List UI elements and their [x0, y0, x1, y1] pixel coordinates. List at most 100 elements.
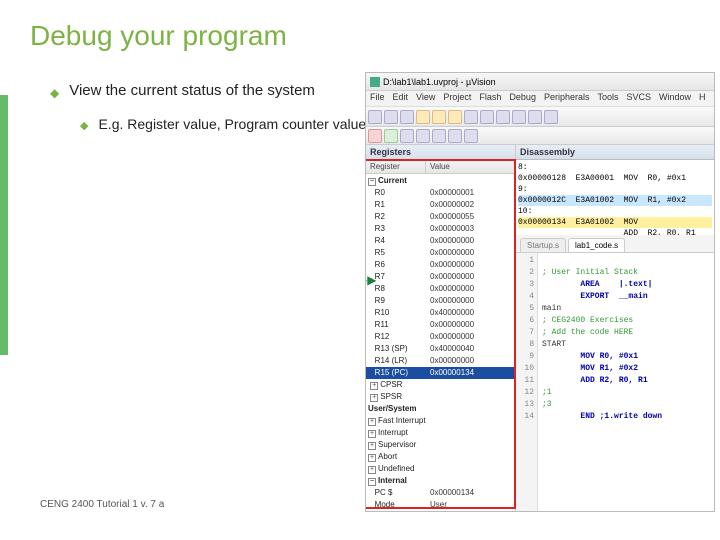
menu-flash[interactable]: Flash: [479, 92, 501, 105]
collapse-icon[interactable]: −: [368, 178, 376, 186]
group-current[interactable]: −Current: [366, 175, 515, 187]
mode-row[interactable]: +Fast Interrupt: [366, 415, 515, 427]
expand-icon[interactable]: +: [368, 418, 376, 426]
toolbar-main[interactable]: [366, 107, 714, 127]
disasm-line: 0x0000012C E3A01002 MOV R1, #0x2: [518, 195, 712, 206]
disasm-line: 0x00000128 E3A00001 MOV R0, #0x1: [518, 173, 712, 184]
expand-icon[interactable]: +: [368, 466, 376, 474]
menu-help[interactable]: H: [699, 92, 706, 105]
menubar[interactable]: File Edit View Project Flash Debug Perip…: [366, 91, 714, 107]
menu-project[interactable]: Project: [443, 92, 471, 105]
reg-row[interactable]: R13 (SP)0x40000040: [366, 343, 515, 355]
menu-svcs[interactable]: SVCS: [627, 92, 652, 105]
reg-row[interactable]: R70x00000000: [366, 271, 515, 283]
reg-row[interactable]: R100x40000000: [366, 307, 515, 319]
reg-row[interactable]: +SPSR: [366, 391, 515, 403]
reg-row[interactable]: R90x00000000: [366, 295, 515, 307]
copy-icon[interactable]: [432, 110, 446, 124]
indent-icon[interactable]: [528, 110, 542, 124]
disasm-line: ADD R2, R0, R1: [518, 228, 712, 235]
reg-row[interactable]: R120x00000000: [366, 331, 515, 343]
open-icon[interactable]: [384, 110, 398, 124]
ide-titlebar: D:\lab1\lab1.uvproj - µVision: [366, 73, 714, 91]
register-tree[interactable]: −Current R00x00000001 R10x00000002 R20x0…: [366, 174, 515, 511]
reg-row[interactable]: R80x00000000: [366, 283, 515, 295]
gutter: 1234567891011121314: [516, 253, 538, 511]
menu-debug[interactable]: Debug: [509, 92, 536, 105]
expand-icon[interactable]: +: [368, 442, 376, 450]
tab-startup[interactable]: Startup.s: [520, 238, 566, 252]
find-icon[interactable]: [496, 110, 510, 124]
reg-row[interactable]: R20x00000055: [366, 211, 515, 223]
run-to-icon[interactable]: [464, 129, 478, 143]
reg-row[interactable]: R110x00000000: [366, 319, 515, 331]
bullet-text: E.g. Register value, Program counter val…: [98, 116, 366, 132]
expand-icon[interactable]: +: [370, 394, 378, 402]
registers-panel: Registers Register Value −Current R00x00…: [366, 145, 516, 511]
stop-icon[interactable]: [400, 129, 414, 143]
tab-lab1-code[interactable]: lab1_code.s: [568, 238, 625, 252]
mode-row[interactable]: +Undefined: [366, 463, 515, 475]
mode-row[interactable]: +Supervisor: [366, 439, 515, 451]
outdent-icon[interactable]: [544, 110, 558, 124]
expand-icon[interactable]: +: [368, 454, 376, 462]
reg-row[interactable]: R10x00000002: [366, 199, 515, 211]
collapse-icon[interactable]: −: [368, 478, 376, 486]
reg-row[interactable]: R50x00000000: [366, 247, 515, 259]
reg-row[interactable]: R00x00000001: [366, 187, 515, 199]
disassembly-panel: Disassembly 8: 0x00000128 E3A00001 MOV R…: [516, 145, 714, 235]
expand-icon[interactable]: +: [368, 430, 376, 438]
menu-view[interactable]: View: [416, 92, 435, 105]
internal-row[interactable]: ModeUser: [366, 499, 515, 511]
slide-title: Debug your program: [30, 20, 690, 52]
slide-accent: [0, 95, 8, 355]
mode-row[interactable]: +Abort: [366, 451, 515, 463]
new-icon[interactable]: [368, 110, 382, 124]
app-icon: [370, 77, 380, 87]
disasm-line-current: 0x00000134 E3A01002 MOV: [518, 217, 712, 228]
reset-icon[interactable]: [368, 129, 382, 143]
reg-row[interactable]: R30x00000003: [366, 223, 515, 235]
reg-row[interactable]: +CPSR: [366, 379, 515, 391]
step-over-icon[interactable]: [432, 129, 446, 143]
disassembly-header: Disassembly: [516, 145, 714, 160]
group-internal[interactable]: −Internal: [366, 475, 515, 487]
menu-window[interactable]: Window: [659, 92, 691, 105]
cut-icon[interactable]: [416, 110, 430, 124]
run-icon[interactable]: [384, 129, 398, 143]
menu-peripherals[interactable]: Peripherals: [544, 92, 590, 105]
ide-window: D:\lab1\lab1.uvproj - µVision File Edit …: [365, 72, 715, 512]
bullet-level-1: ◆ View the current status of the system: [50, 82, 370, 100]
internal-row[interactable]: PC $0x00000134: [366, 487, 515, 499]
bookmark-icon[interactable]: [512, 110, 526, 124]
bullet-icon: ◆: [80, 119, 88, 132]
editor-tabs[interactable]: Startup.s lab1_code.s: [516, 235, 714, 253]
step-out-icon[interactable]: [448, 129, 462, 143]
save-icon[interactable]: [400, 110, 414, 124]
paste-icon[interactable]: [448, 110, 462, 124]
reg-row[interactable]: R60x00000000: [366, 259, 515, 271]
slide-footer: CENG 2400 Tutorial 1 v. 7 a: [40, 499, 164, 510]
code-body[interactable]: ; User Initial Stack AREA |.text| EXPORT…: [538, 253, 714, 511]
toolbar-debug[interactable]: [366, 127, 714, 145]
reg-row-pc[interactable]: R15 (PC)0x00000134: [366, 367, 515, 379]
col-value: Value: [426, 160, 515, 173]
slide-content: ◆ View the current status of the system …: [50, 82, 370, 132]
undo-icon[interactable]: [464, 110, 478, 124]
mode-row[interactable]: +Interrupt: [366, 427, 515, 439]
expand-icon[interactable]: +: [370, 382, 378, 390]
reg-row[interactable]: R14 (LR)0x00000000: [366, 355, 515, 367]
disasm-line: 9:: [518, 184, 712, 195]
redo-icon[interactable]: [480, 110, 494, 124]
source-editor[interactable]: 1234567891011121314 ; User Initial Stack…: [516, 253, 714, 511]
menu-tools[interactable]: Tools: [597, 92, 618, 105]
disassembly-body[interactable]: 8: 0x00000128 E3A00001 MOV R0, #0x1 9: 0…: [516, 160, 714, 235]
disasm-line: 8:: [518, 162, 712, 173]
disasm-line: 10:: [518, 206, 712, 217]
reg-row[interactable]: R40x00000000: [366, 235, 515, 247]
menu-file[interactable]: File: [370, 92, 385, 105]
col-register: Register: [366, 160, 426, 173]
step-icon[interactable]: [416, 129, 430, 143]
group-user[interactable]: User/System: [366, 403, 515, 415]
menu-edit[interactable]: Edit: [393, 92, 409, 105]
